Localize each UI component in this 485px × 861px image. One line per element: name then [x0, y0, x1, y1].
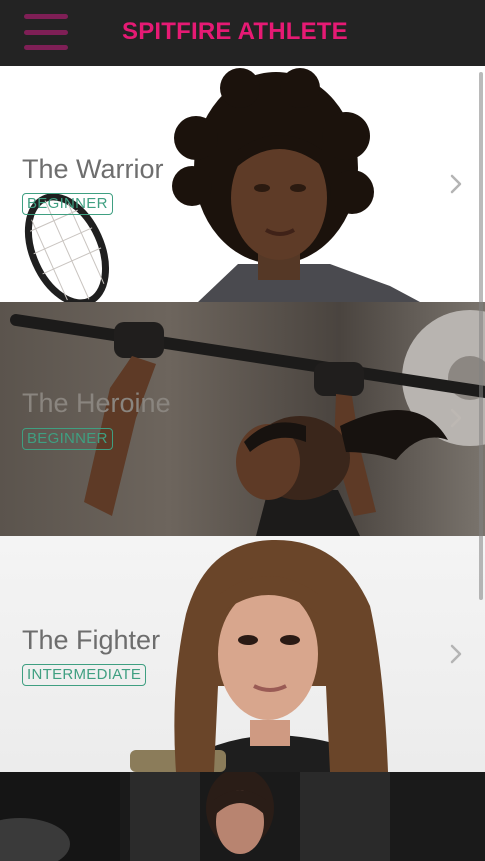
- chevron-right-icon: [450, 644, 462, 664]
- program-card-partial[interactable]: [0, 772, 485, 861]
- program-title: The Warrior: [22, 154, 164, 184]
- program-title: The Fighter: [22, 625, 161, 655]
- program-title: The Heroine: [22, 388, 171, 418]
- warrior-athlete-image: [172, 68, 420, 302]
- athlete-image: [0, 772, 390, 861]
- scrollbar[interactable]: [479, 72, 483, 600]
- level-badge: BEGINNER: [22, 428, 113, 450]
- menu-bar: [24, 29, 68, 35]
- heroine-athlete-image: [10, 310, 485, 536]
- racket-image: [24, 193, 109, 302]
- level-badge: BEGINNER: [22, 193, 113, 215]
- app-title: SPITFIRE ATHLETE: [122, 18, 348, 45]
- menu-bar: [24, 45, 68, 50]
- menu-bar: [24, 14, 68, 19]
- program-card-heroine[interactable]: The Heroine BEGINNER: [0, 302, 485, 536]
- hamburger-menu-icon[interactable]: [24, 14, 68, 50]
- chevron-right-icon: [450, 174, 462, 194]
- program-card-warrior[interactable]: The Warrior BEGINNER: [0, 66, 485, 302]
- chevron-right-icon: [450, 408, 462, 428]
- program-list: The Warrior BEGINNER The Heroine BEGINNE…: [0, 66, 485, 861]
- level-badge: INTERMEDIATE: [22, 664, 147, 686]
- program-card-fighter[interactable]: The Fighter INTERMEDIATE: [0, 536, 485, 772]
- top-bar: SPITFIRE ATHLETE: [0, 0, 485, 66]
